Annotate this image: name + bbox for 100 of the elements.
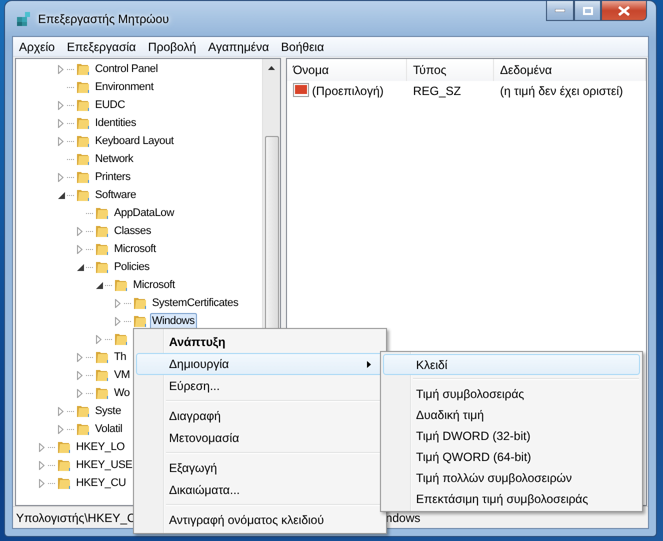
tree-item[interactable]: Syste bbox=[93, 402, 124, 420]
tree-item[interactable]: HKEY_LO bbox=[74, 438, 127, 456]
folder-icon bbox=[75, 97, 91, 113]
tree-item[interactable]: VM bbox=[112, 366, 132, 384]
tree-item[interactable]: Software bbox=[93, 186, 138, 204]
expand-icon[interactable] bbox=[77, 388, 83, 398]
expand-icon[interactable] bbox=[39, 478, 45, 488]
folder-icon bbox=[75, 133, 91, 149]
column-header[interactable]: Όνομα bbox=[287, 59, 407, 81]
string-value-icon bbox=[293, 83, 309, 99]
expand-icon[interactable] bbox=[58, 406, 64, 416]
folder-icon bbox=[94, 367, 110, 383]
folder-icon bbox=[75, 61, 91, 77]
menu-item[interactable]: Τιμή QWORD (64-bit) bbox=[383, 446, 640, 467]
expand-icon[interactable] bbox=[77, 370, 83, 380]
menu-item[interactable]: Επεκτάσιμη τιμή συμβολοσειράς bbox=[383, 488, 640, 509]
tree-item[interactable]: Classes bbox=[112, 222, 154, 240]
expand-icon[interactable] bbox=[58, 424, 64, 434]
tree-item[interactable]: EUDC bbox=[93, 96, 127, 114]
tree-item[interactable]: Printers bbox=[93, 168, 132, 186]
expand-icon[interactable] bbox=[115, 298, 121, 308]
menu-item[interactable]: Εύρεση... bbox=[136, 375, 384, 397]
expand-icon[interactable] bbox=[39, 442, 45, 452]
tree-item[interactable]: SystemCertificates bbox=[150, 294, 240, 312]
tree-item[interactable]: Volatil bbox=[93, 420, 124, 438]
folder-icon bbox=[113, 331, 129, 347]
column-header[interactable]: Δεδομένα bbox=[494, 59, 646, 81]
tree-item[interactable]: AppDataLow bbox=[112, 204, 176, 222]
menu-item[interactable]: Διαγραφή bbox=[136, 405, 384, 427]
expand-icon[interactable] bbox=[77, 352, 83, 362]
tree-item[interactable]: Network bbox=[93, 150, 136, 168]
menu-item[interactable]: Τιμή DWORD (32-bit) bbox=[383, 425, 640, 446]
expand-icon[interactable] bbox=[96, 334, 102, 344]
tree-item[interactable]: Microsoft bbox=[112, 240, 158, 258]
collapse-icon[interactable] bbox=[58, 192, 64, 198]
menu-item[interactable]: Τιμή πολλών συμβολοσειρών bbox=[383, 467, 640, 488]
expand-icon[interactable] bbox=[115, 316, 121, 326]
menu-bar-item[interactable]: Αρχείο bbox=[13, 40, 61, 54]
scroll-up-icon[interactable] bbox=[268, 66, 275, 70]
folder-icon bbox=[75, 403, 91, 419]
table-cell: (Προεπιλογή) bbox=[287, 83, 407, 99]
submenu-arrow-icon bbox=[367, 361, 371, 368]
tree-item[interactable]: Windows bbox=[150, 312, 197, 330]
table-cell-text: REG_SZ bbox=[412, 84, 462, 98]
folder-icon bbox=[94, 205, 110, 221]
collapse-icon[interactable] bbox=[96, 282, 102, 288]
maximize-icon bbox=[582, 6, 592, 14]
expand-icon[interactable] bbox=[39, 460, 45, 470]
tree-item[interactable]: Environment bbox=[93, 78, 156, 96]
menu-bar-item[interactable]: Αγαπημένα bbox=[202, 40, 276, 54]
minimize-button[interactable] bbox=[546, 1, 574, 21]
menu-item[interactable]: Δικαιώματα... bbox=[136, 479, 384, 501]
folder-icon bbox=[94, 259, 110, 275]
menu-bar-item[interactable]: Προβολή bbox=[142, 40, 202, 54]
menu-bar-item[interactable]: Βοήθεια bbox=[275, 40, 330, 54]
menu-item[interactable]: Εξαγωγή bbox=[136, 457, 384, 479]
folder-icon bbox=[75, 169, 91, 185]
menu-bar-item[interactable]: Επεξεργασία bbox=[60, 40, 142, 54]
folder-icon bbox=[56, 475, 72, 491]
tree-item[interactable]: Keyboard Layout bbox=[93, 132, 176, 150]
menu-item[interactable]: Τιμή συμβολοσειράς bbox=[383, 383, 640, 404]
folder-icon bbox=[94, 385, 110, 401]
tree-item[interactable]: Microsoft bbox=[131, 276, 177, 294]
folder-icon bbox=[94, 241, 110, 257]
tree-item[interactable]: Control Panel bbox=[93, 60, 160, 78]
maximize-button[interactable] bbox=[574, 1, 601, 21]
status-text: Υπολογιστής\HKEY_C bbox=[16, 510, 136, 524]
folder-icon bbox=[75, 115, 91, 131]
collapse-icon[interactable] bbox=[76, 264, 84, 270]
close-button[interactable] bbox=[601, 1, 647, 21]
menu-item[interactable]: Ανάπτυξη bbox=[136, 331, 384, 353]
registry-cubes-icon bbox=[16, 10, 32, 26]
expand-icon[interactable] bbox=[58, 118, 64, 128]
expand-icon[interactable] bbox=[58, 100, 64, 110]
menu-item[interactable]: Αντιγραφή ονόματος κλειδιού bbox=[136, 509, 384, 531]
folder-icon bbox=[75, 421, 91, 437]
expand-icon[interactable] bbox=[77, 226, 83, 236]
expand-icon[interactable] bbox=[58, 64, 64, 74]
folder-icon bbox=[94, 349, 110, 365]
tree-item[interactable]: HKEY_CU bbox=[74, 474, 128, 492]
tree-item[interactable]: HKEY_USE bbox=[74, 456, 134, 474]
menu-item[interactable]: Δυαδική τιμή bbox=[383, 404, 640, 425]
expand-icon[interactable] bbox=[58, 136, 64, 146]
tree-item[interactable]: Identities bbox=[93, 114, 138, 132]
folder-icon bbox=[132, 313, 148, 329]
folder-icon bbox=[75, 187, 91, 203]
folder-icon bbox=[56, 457, 72, 473]
expand-icon[interactable] bbox=[77, 244, 83, 254]
folder-icon bbox=[94, 223, 110, 239]
tree-item[interactable]: Wo bbox=[112, 384, 132, 402]
folder-icon bbox=[56, 439, 72, 455]
expand-icon[interactable] bbox=[58, 172, 64, 182]
tree-item[interactable]: Policies bbox=[112, 258, 152, 276]
status-text: ndows bbox=[386, 510, 420, 524]
tree-item[interactable]: Th bbox=[112, 348, 128, 366]
menu-item[interactable]: Μετονομασία bbox=[136, 427, 384, 449]
minimize-icon bbox=[555, 9, 565, 12]
column-header[interactable]: Τύπος bbox=[407, 59, 494, 81]
window-title: Επεξεργαστής Μητρώου bbox=[38, 12, 169, 26]
menu-item[interactable]: Κλειδί bbox=[383, 354, 640, 375]
